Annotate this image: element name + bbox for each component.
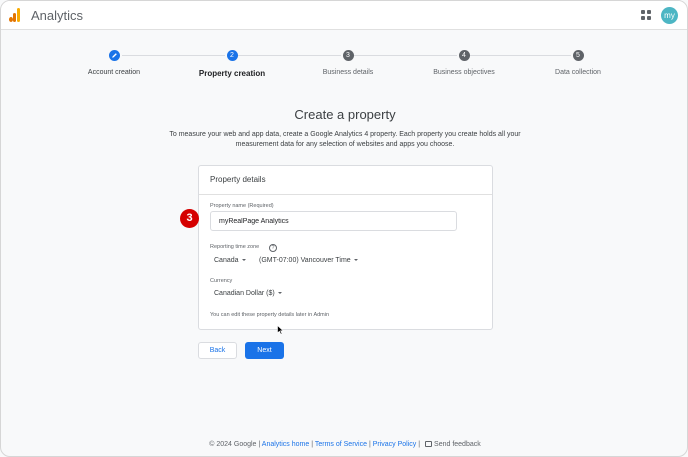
timezone-value: (GMT-07:00) Vancouver Time xyxy=(259,257,351,264)
caret-down-icon xyxy=(277,292,282,295)
footer-separator: | xyxy=(311,441,314,448)
caret-down-icon xyxy=(241,259,246,262)
timezone-select[interactable]: (GMT-07:00) Vancouver Time xyxy=(259,257,358,264)
property-name-input[interactable] xyxy=(210,211,457,231)
send-feedback-button[interactable]: Send feedback xyxy=(422,441,481,448)
step-data-collection: 5 Data collection xyxy=(513,47,643,76)
step-property-creation: 2 Property creation xyxy=(167,47,297,78)
timezone-label: Reporting time zone xyxy=(210,244,260,250)
card-title: Property details xyxy=(210,175,266,184)
privacy-link[interactable]: Privacy Policy xyxy=(373,441,417,448)
edit-later-note: You can edit these property details late… xyxy=(210,312,330,318)
currency-value: Canadian Dollar ($) xyxy=(214,290,275,297)
currency-label: Currency xyxy=(210,278,233,284)
progress-stepper: Account creation 2 Property creation 3 B… xyxy=(1,47,687,87)
step-label: Business objectives xyxy=(433,69,495,76)
app-title: Analytics xyxy=(31,8,84,23)
step-label: Account creation xyxy=(87,69,141,76)
step-label: Business details xyxy=(322,69,374,76)
property-details-card: Property details Property name (Required… xyxy=(198,165,493,330)
help-icon[interactable]: ? xyxy=(269,244,277,252)
step-number: 4 xyxy=(458,50,470,61)
app-window: Analytics my Account creation 2 Property… xyxy=(0,0,688,457)
back-button[interactable]: Back xyxy=(198,342,237,359)
step-business-details: 3 Business details xyxy=(283,47,413,76)
apps-grid-icon[interactable] xyxy=(641,10,651,20)
analytics-home-link[interactable]: Analytics home xyxy=(262,441,309,448)
caret-down-icon xyxy=(353,259,358,262)
step-label: Property creation xyxy=(198,69,266,78)
pencil-edit-icon xyxy=(108,50,120,61)
analytics-logo-icon[interactable] xyxy=(9,8,21,22)
avatar[interactable]: my xyxy=(661,7,678,24)
step-business-objectives: 4 Business objectives xyxy=(399,47,529,76)
step-number: 2 xyxy=(226,50,238,61)
copyright-text: © 2024 Google | xyxy=(209,441,261,448)
currency-select[interactable]: Canadian Dollar ($) xyxy=(214,290,282,297)
footer: © 2024 Google | Analytics home | Terms o… xyxy=(1,441,687,448)
step-number: 5 xyxy=(572,50,584,61)
country-select[interactable]: Canada xyxy=(214,257,246,264)
country-value: Canada xyxy=(214,257,239,264)
feedback-icon xyxy=(425,441,433,448)
card-header: Property details xyxy=(199,166,492,195)
mouse-pointer-icon xyxy=(277,325,284,335)
step-number: 3 xyxy=(342,50,354,61)
footer-separator: | xyxy=(418,441,421,448)
terms-link[interactable]: Terms of Service xyxy=(315,441,367,448)
footer-separator: | xyxy=(368,441,371,448)
property-name-label: Property name (Required) xyxy=(210,203,274,209)
step-annotation-badge: 3 xyxy=(180,209,199,228)
send-feedback-label: Send feedback xyxy=(434,441,481,448)
step-label: Data collection xyxy=(555,69,601,76)
top-bar: Analytics my xyxy=(1,1,687,30)
page-title: Create a property xyxy=(294,107,396,122)
next-button[interactable]: Next xyxy=(245,342,284,359)
step-account-creation: Account creation xyxy=(49,47,179,76)
page-description: To measure your web and app data, create… xyxy=(169,131,521,148)
